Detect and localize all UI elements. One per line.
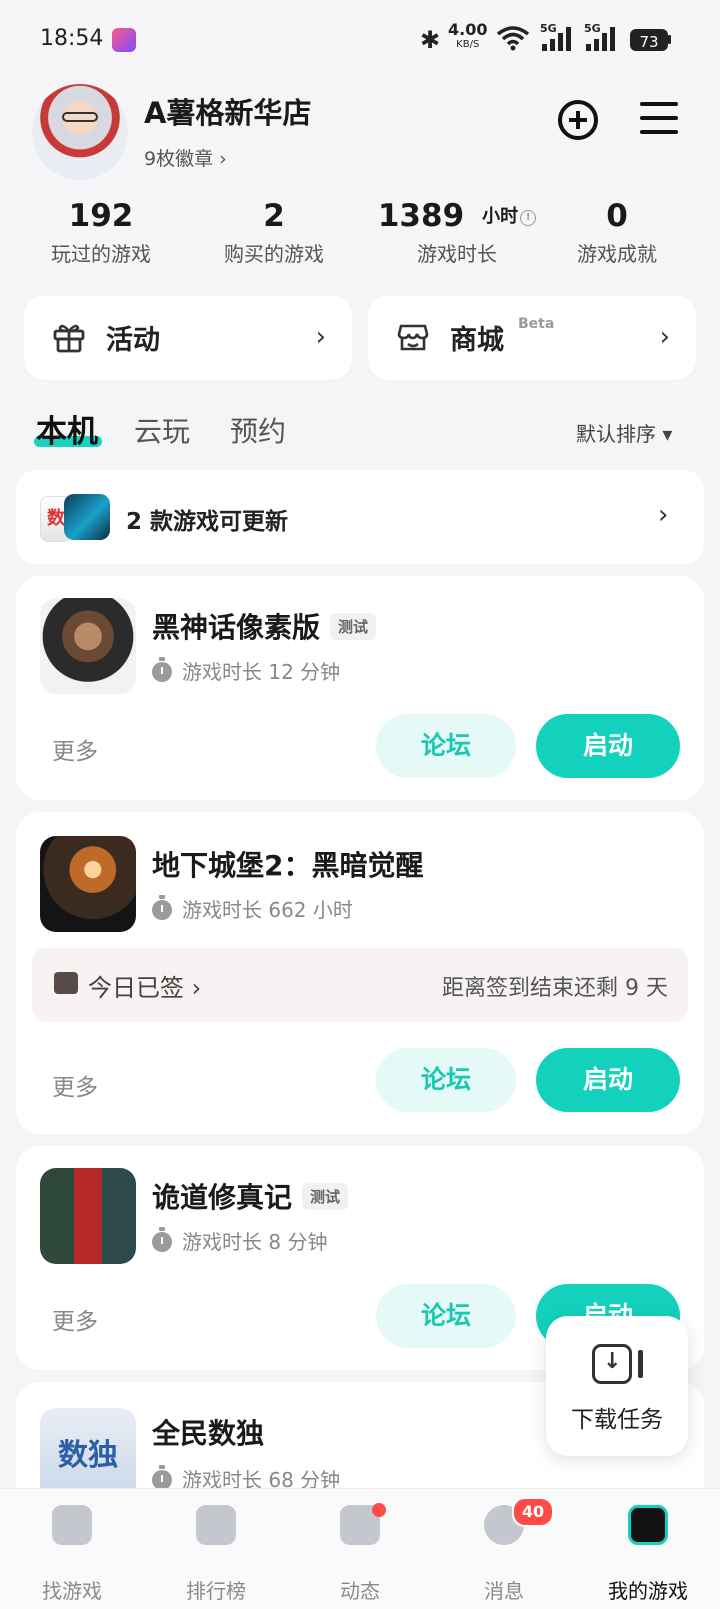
game-playtime: 游戏时长 662 小时 — [182, 898, 353, 922]
avatar-glasses — [62, 112, 98, 122]
nav-label: 我的游戏 — [608, 1579, 688, 1603]
app-notification-icon — [112, 28, 136, 52]
more-button[interactable]: 更多 — [52, 1302, 98, 1336]
stat-label: 游戏成就 — [577, 242, 657, 266]
store-label: 商城 — [450, 325, 504, 356]
chevron-right-icon: › — [315, 322, 326, 352]
stat-value: 192 — [68, 198, 134, 234]
launch-button[interactable]: 启动 — [536, 1048, 680, 1112]
checkin-status: 今日已签 › — [88, 974, 202, 1002]
stat-value: 1389 — [377, 198, 465, 234]
menu-icon[interactable] — [640, 102, 678, 134]
network-speed-unit: KB/S — [456, 39, 480, 50]
download-tasks-label: 下载任务 — [571, 1407, 663, 1433]
network-speed: 4.00 KB/S — [448, 22, 487, 52]
gift-icon — [53, 324, 85, 353]
beta-tag: Beta — [518, 316, 555, 332]
status-bar: 18:54 ✱ 4.00 KB/S 5G 5G 73 — [0, 0, 720, 80]
stat-achievements[interactable]: 0 游戏成就 — [532, 198, 702, 267]
download-tasks-button[interactable]: 下载任务 — [546, 1316, 688, 1456]
tab-local[interactable]: 本机 — [36, 406, 98, 451]
my-games-icon — [628, 1505, 668, 1545]
more-button[interactable]: 更多 — [52, 1068, 98, 1102]
badges-link[interactable]: 9枚徽章 › — [144, 144, 227, 171]
stat-label: 游戏时长 — [417, 242, 497, 266]
download-icon — [592, 1344, 632, 1384]
forum-button[interactable]: 论坛 — [376, 714, 516, 778]
stat-purchased-games[interactable]: 2 购买的游戏 — [189, 198, 359, 267]
activity-card[interactable]: 活动 › — [24, 296, 352, 380]
more-button[interactable]: 更多 — [52, 732, 98, 766]
game-playtime: 游戏时长 8 分钟 — [182, 1230, 328, 1254]
ranking-icon — [196, 1505, 236, 1545]
test-tag: 测试 — [330, 612, 377, 640]
message-count-badge: 40 — [512, 1497, 554, 1527]
stopwatch-icon — [152, 1465, 172, 1490]
stat-play-time[interactable]: 1389 小时! 游戏时长 — [362, 198, 552, 267]
game-card: 地下城堡2：黑暗觉醒 游戏时长 662 小时 今日已签 › 距离签到结束还剩 9… — [16, 812, 704, 1134]
stopwatch-icon — [152, 895, 172, 920]
nav-label: 找游戏 — [42, 1579, 102, 1603]
checkin-banner[interactable]: 今日已签 › 距离签到结束还剩 9 天 — [32, 948, 688, 1022]
unread-dot — [372, 1503, 386, 1517]
stat-value: 2 — [263, 198, 285, 234]
clock: 18:54 — [40, 26, 104, 51]
game-card: 黑神话像素版 测试 游戏时长 12 分钟 更多 论坛 启动 — [16, 576, 704, 800]
tab-reserve[interactable]: 预约 — [230, 410, 286, 450]
chevron-right-icon: › — [659, 322, 670, 352]
tab-cloud[interactable]: 云玩 — [134, 410, 190, 450]
battery-tip — [668, 35, 671, 44]
stat-label: 玩过的游戏 — [51, 242, 151, 266]
wifi-icon — [496, 26, 530, 51]
download-icon-bar — [638, 1350, 643, 1378]
stat-value: 0 — [606, 198, 628, 234]
chevron-right-icon: › — [658, 500, 669, 530]
game-title[interactable]: 全民数独 — [152, 1417, 264, 1450]
nav-messages[interactable]: 40 消息 — [432, 1489, 576, 1609]
stat-label: 购买的游戏 — [224, 242, 324, 266]
game-title[interactable]: 地下城堡2：黑暗觉醒 — [152, 849, 423, 882]
stopwatch-icon — [152, 657, 172, 682]
forum-button[interactable]: 论坛 — [376, 1048, 516, 1112]
activity-label: 活动 — [106, 325, 160, 356]
forum-button[interactable]: 论坛 — [376, 1284, 516, 1348]
launch-button[interactable]: 启动 — [536, 714, 680, 778]
stat-played-games[interactable]: 192 玩过的游戏 — [16, 198, 186, 267]
find-games-icon — [52, 1505, 92, 1545]
nav-label: 动态 — [340, 1579, 380, 1603]
test-tag: 测试 — [302, 1182, 349, 1210]
checkin-remaining: 距离签到结束还剩 9 天 — [442, 976, 668, 1001]
sort-dropdown[interactable]: 默认排序 ▾ — [576, 418, 672, 447]
game-title[interactable]: 黑神话像素版 — [152, 611, 320, 644]
game-icon[interactable] — [40, 598, 136, 694]
game-icon[interactable] — [40, 1168, 136, 1264]
cube-app-icon — [64, 494, 110, 540]
nav-ranking[interactable]: 排行榜 — [144, 1489, 288, 1609]
bottom-nav: 找游戏 排行榜 动态 40 消息 我的游戏 — [0, 1488, 720, 1609]
store-card[interactable]: 商城 Beta › — [368, 296, 696, 380]
update-banner-text: 2 款游戏可更新 — [126, 509, 289, 535]
cell-signal-2-label: 5G — [584, 22, 601, 35]
stat-unit: 小时 — [482, 206, 519, 227]
avatar[interactable] — [32, 84, 128, 180]
nav-feed[interactable]: 动态 — [288, 1489, 432, 1609]
cell-signal-2: 5G — [584, 22, 618, 56]
update-banner[interactable] — [16, 470, 704, 564]
cell-signal-1: 5G — [540, 22, 574, 56]
game-title[interactable]: 诡道修真记 — [152, 1181, 292, 1214]
store-icon — [397, 324, 429, 351]
username[interactable]: A薯格新华店 — [144, 90, 311, 132]
battery-indicator: 73 — [630, 29, 668, 51]
bluetooth-icon: ✱ — [420, 26, 441, 54]
cell-signal-1-label: 5G — [540, 22, 557, 35]
nav-label: 排行榜 — [186, 1579, 246, 1603]
nav-find-games[interactable]: 找游戏 — [0, 1489, 144, 1609]
game-icon[interactable] — [40, 836, 136, 932]
add-icon[interactable] — [558, 100, 598, 140]
stopwatch-icon — [152, 1227, 172, 1252]
nav-label: 消息 — [484, 1579, 524, 1603]
calendar-check-icon — [54, 972, 78, 994]
nav-my-games[interactable]: 我的游戏 — [576, 1489, 720, 1609]
game-playtime: 游戏时长 12 分钟 — [182, 660, 341, 684]
